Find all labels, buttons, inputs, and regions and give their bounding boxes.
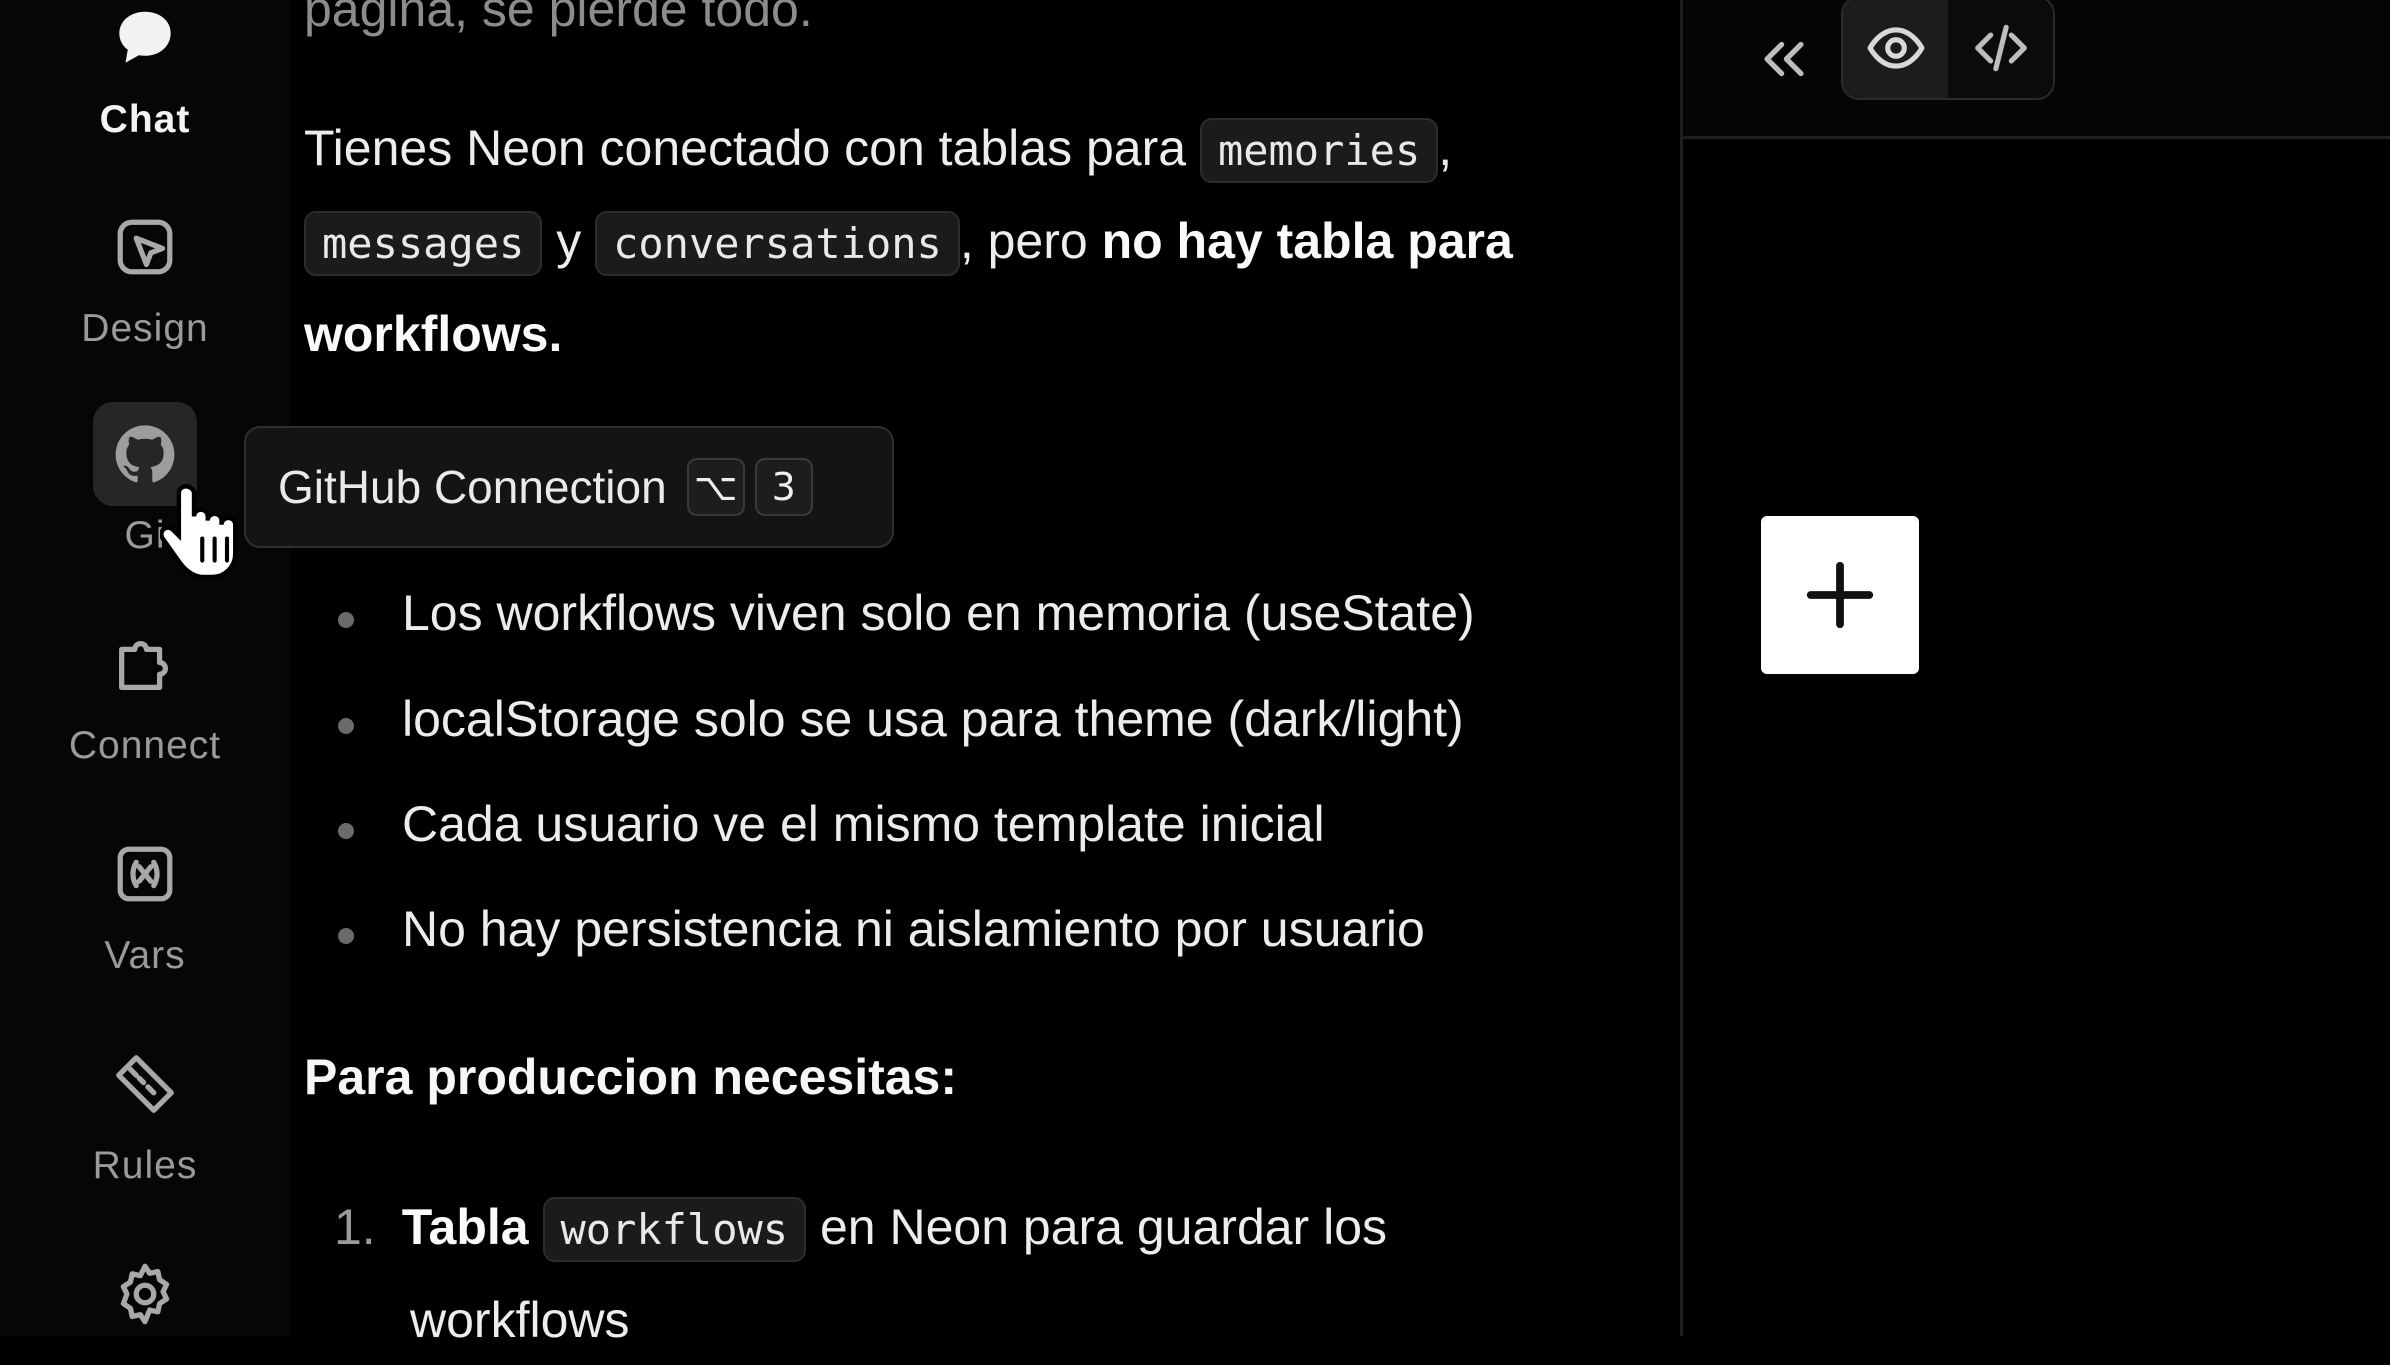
- text-span: ,: [1438, 120, 1453, 176]
- bold-text: Tabla: [401, 1199, 529, 1255]
- rail-label-vars: Vars: [104, 934, 186, 977]
- faded-message-text: pagina, se pierde todo.: [304, 0, 813, 37]
- chevrons-left-icon: [1764, 41, 1804, 77]
- shortcut-key-3: 3: [754, 458, 813, 516]
- bullet-text: No hay persistencia ni aislamiento por u…: [402, 901, 1425, 957]
- rail-item-rules[interactable]: Rules: [0, 1032, 290, 1202]
- rail-label-rules: Rules: [92, 1144, 198, 1187]
- text-span: y: [542, 213, 596, 269]
- code-view-button[interactable]: [1948, 0, 2053, 98]
- bullet-text: Cada usuario ve el mismo template inicia…: [402, 796, 1325, 852]
- rail-item-design[interactable]: Design: [0, 195, 290, 365]
- inline-code-messages: messages: [304, 211, 543, 276]
- design-cursor-icon: [93, 195, 197, 299]
- bullet-text: localStorage solo se usa para theme (dar…: [402, 691, 1464, 747]
- text-span: en Neon para guardar los: [806, 1199, 1388, 1255]
- ruler-icon: [93, 1032, 197, 1136]
- preview-panel: [1683, 0, 2390, 1336]
- gear-icon: [93, 1242, 197, 1346]
- plus-icon: [1806, 561, 1874, 629]
- preview-header: [1683, 0, 2390, 139]
- rail-item-connect[interactable]: Connect: [0, 612, 290, 782]
- bold-text: workflows.: [304, 306, 563, 362]
- rail-item-settings[interactable]: [0, 1242, 290, 1336]
- eye-icon: [1866, 27, 1925, 69]
- inline-code-workflows: workflows: [542, 1197, 807, 1262]
- chat-panel: pagina, se pierde todo. Tienes Neon cone…: [290, 0, 1680, 1348]
- sidebar-rail: Chat Design Gi Connect Vars Rules: [0, 0, 290, 1336]
- puzzle-icon: [93, 612, 197, 716]
- variable-icon: [93, 822, 197, 926]
- code-icon: [1974, 24, 2027, 72]
- text-span: , pero: [959, 213, 1102, 269]
- bullet-text: Los workflows viven solo en memoria (use…: [402, 585, 1475, 641]
- view-mode-toggle: [1841, 0, 2055, 100]
- inline-code-memories: memories: [1199, 118, 1439, 183]
- list-number: 1.: [334, 1199, 376, 1255]
- collapse-panel-button[interactable]: [1739, 14, 1829, 104]
- inline-code-conversations: conversations: [595, 211, 960, 276]
- text-span: Tienes Neon conectado con tablas para: [304, 120, 1200, 176]
- rail-label-design: Design: [81, 307, 209, 350]
- rail-item-vars[interactable]: Vars: [0, 822, 290, 992]
- numbered-list-item: 1. Tabla workflows en Neon para guardar l…: [334, 1182, 1654, 1365]
- bold-text: no hay tabla para: [1101, 213, 1513, 269]
- rail-label-connect: Connect: [68, 724, 222, 767]
- section-heading: Para produccion necesitas:: [304, 1049, 958, 1105]
- shortcut-key-option: ⌥: [686, 458, 745, 516]
- text-span: workflows: [410, 1292, 630, 1348]
- github-connection-tooltip: GitHub Connection ⌥ 3: [244, 426, 894, 548]
- message-paragraph: Tienes Neon conectado con tablas para me…: [304, 103, 1664, 379]
- chat-bubble-icon: [93, 0, 197, 90]
- rail-label-chat: Chat: [99, 98, 191, 141]
- preview-view-button[interactable]: [1843, 0, 1948, 98]
- tooltip-label: GitHub Connection: [278, 461, 667, 513]
- add-node-button[interactable]: [1761, 516, 1919, 674]
- rail-item-chat[interactable]: Chat: [0, 0, 290, 160]
- hand-cursor-icon: [160, 484, 238, 580]
